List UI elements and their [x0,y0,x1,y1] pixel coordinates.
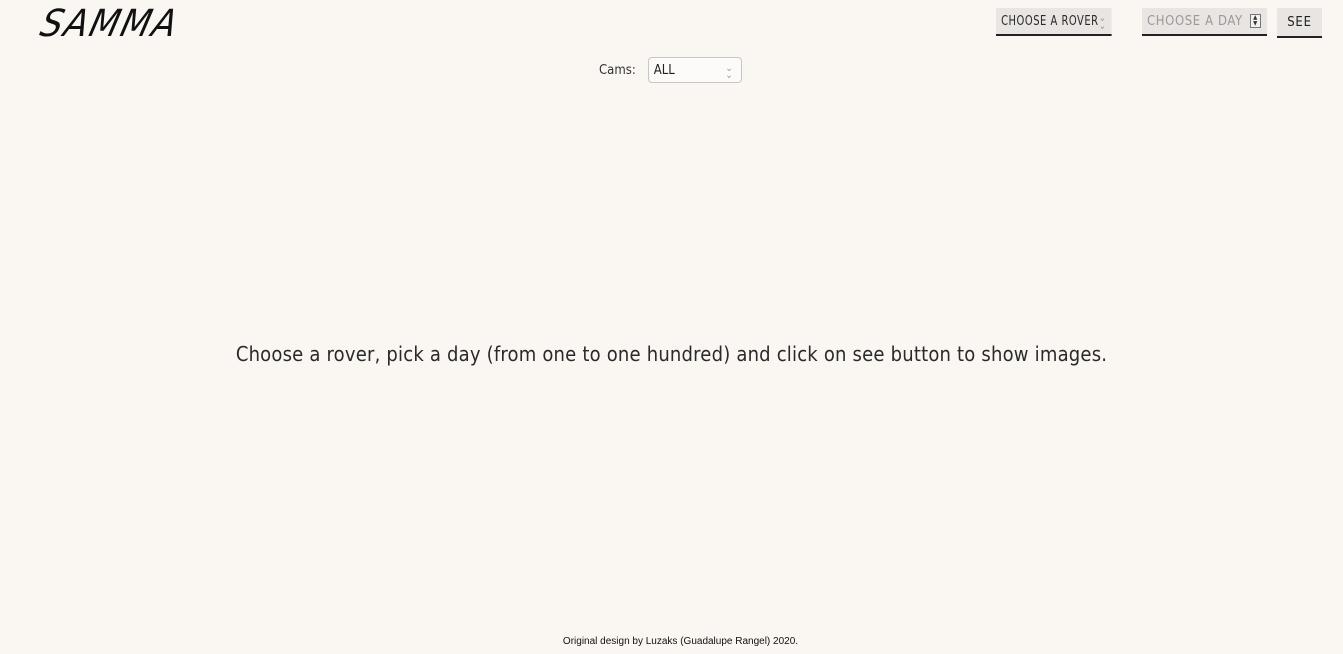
cams-label: Cams: [599,62,636,78]
see-button[interactable]: SEE [1277,8,1322,38]
rover-select-wrapper: CHOOSE A ROVER ⌄ ⌄ [996,8,1132,36]
chevron-down-icon: ⌄ ⌄ [725,63,733,81]
rover-select[interactable]: CHOOSE A ROVER ⌄ ⌄ [996,8,1112,36]
footer-credit: Original design by Luzaks (Guadalupe Ran… [562,636,799,647]
cams-select[interactable]: ALL ⌄ ⌄ [647,57,742,83]
spinner-icon[interactable]: ▲ ▼ [1250,14,1261,28]
logo: SAMMA [36,2,184,46]
day-input[interactable]: CHOOSE A DAY ▲ ▼ [1142,8,1267,36]
instructions-message: Choose a rover, pick a day (from one to … [235,342,1108,366]
rover-select-value: CHOOSE A ROVER [1001,13,1099,29]
day-input-placeholder: CHOOSE A DAY [1147,13,1243,29]
cams-select-value: ALL [653,62,675,78]
day-input-wrapper: CHOOSE A DAY ▲ ▼ [1142,8,1267,36]
header-controls: CHOOSE A ROVER ⌄ ⌄ CHOOSE A DAY ▲ ▼ SEE [996,8,1322,38]
chevron-down-icon: ⌄ ⌄ [1098,11,1107,32]
cams-filter: Cams: ALL ⌄ ⌄ [599,57,742,83]
